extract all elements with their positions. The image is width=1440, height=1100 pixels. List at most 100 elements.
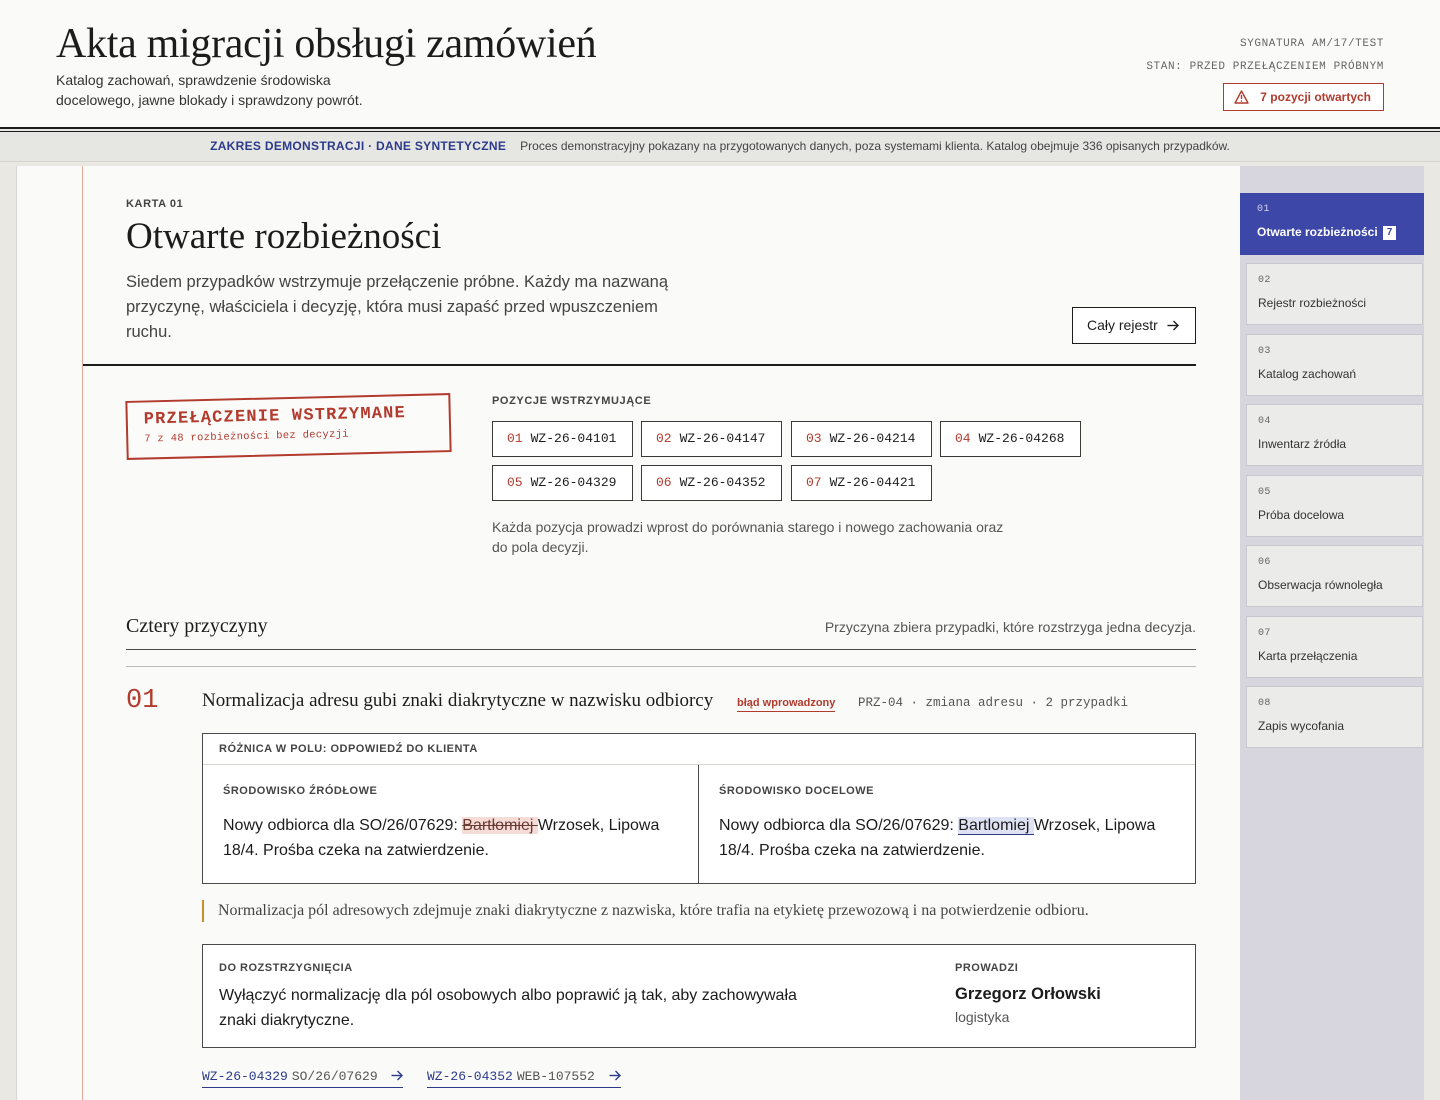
nav-number: 02 xyxy=(1258,275,1271,286)
decision-label: DO ROZSTRZYGNIĘCIA xyxy=(219,962,353,974)
blocker-chip[interactable]: 06 WZ-26-04352 xyxy=(641,465,782,501)
cause-explanation: Normalizacja pól adresowych zdejmuje zna… xyxy=(202,900,1089,922)
blocker-id: WZ-26-04421 xyxy=(829,475,916,490)
sidebar-item-switchover-card[interactable]: 07 Karta przełączenia xyxy=(1246,616,1423,678)
source-text-before: Nowy odbiorca dla SO/26/07629: xyxy=(223,817,463,834)
inserted-text: Bartlomiej xyxy=(958,817,1034,835)
decision-panel: DO ROZSTRZYGNIĘCIA Wyłączyć normalizację… xyxy=(202,944,1196,1048)
owner-label: PROWADZI xyxy=(955,962,1019,974)
cause-tag: błąd wprowadzony xyxy=(737,697,836,712)
nav-number: 01 xyxy=(1257,204,1270,215)
blockers-note: Każda pozycja prowadzi wprost do porówna… xyxy=(492,519,1004,555)
card-title: Otwarte rozbieżności xyxy=(126,216,442,257)
nav-label: Karta przełączenia xyxy=(1258,649,1358,663)
full-register-label: Cały rejestr xyxy=(1087,317,1158,333)
banner-text: Proces demonstracyjny pokazany na przygo… xyxy=(520,139,1230,153)
nav-number: 06 xyxy=(1258,557,1271,568)
margin-line xyxy=(82,166,83,1100)
sidebar-item-target-trial[interactable]: 05 Próba docelowa xyxy=(1246,475,1423,537)
sidebar-nav: 01 Otwarte rozbieżności 7 02 Rejestr rozb… xyxy=(1240,166,1424,1100)
full-register-button[interactable]: Cały rejestr xyxy=(1072,307,1196,344)
card-eyebrow: KARTA 01 xyxy=(126,198,184,210)
arrow-right-icon xyxy=(391,1070,404,1081)
blocker-chip[interactable]: 02 WZ-26-04147 xyxy=(641,421,782,457)
sidebar-item-behavior-catalog[interactable]: 03 Katalog zachowań xyxy=(1246,334,1423,396)
case-link[interactable]: WZ-26-04352 WEB-107552 xyxy=(427,1069,621,1088)
sidebar-item-register[interactable]: 02 Rejestr rozbieżności xyxy=(1246,263,1423,325)
target-env-label: ŚRODOWISKO DOCELOWE xyxy=(719,785,874,797)
switchover-halted-stamp: PRZEŁĄCZENIE WSTRZYMANE 7 z 48 rozbieżno… xyxy=(125,393,452,460)
blocker-chip[interactable]: 04 WZ-26-04268 xyxy=(940,421,1081,457)
blocker-chip[interactable]: 01 WZ-26-04101 xyxy=(492,421,633,457)
cause-number: 01 xyxy=(126,686,159,716)
blocker-num: 07 xyxy=(806,475,822,490)
warning-triangle-icon xyxy=(1234,90,1249,104)
nav-label-text: Otwarte rozbieżności xyxy=(1257,225,1378,239)
source-env-label: ŚRODOWISKO ŹRÓDŁOWE xyxy=(223,785,378,797)
banner-label: ZAKRES DEMONSTRACJI · DANE SYNTETYCZNE xyxy=(210,139,507,153)
causes-note: Przyczyna zbiera przypadki, które rozstr… xyxy=(824,619,1196,635)
owner-department: logistyka xyxy=(955,1009,1010,1025)
sidebar-item-source-inventory[interactable]: 04 Inwentarz źródła xyxy=(1246,404,1423,466)
page-title: Akta migracji obsługi zamówień xyxy=(56,21,597,67)
causes-heading: Cztery przyczyny xyxy=(126,615,268,637)
card-lead: Siedem przypadków wstrzymuje przełączeni… xyxy=(126,273,669,341)
page-header: Akta migracji obsługi zamówień Katalog z… xyxy=(0,0,1440,127)
diff-header: RÓŻNICA W POLU: ODPOWIEDŹ DO KLIENTA xyxy=(203,734,1195,765)
demo-scope-banner: ZAKRES DEMONSTRACJI · DANE SYNTETYCZNE Pr… xyxy=(0,132,1440,162)
arrow-right-icon xyxy=(1167,320,1179,331)
nav-label: Katalog zachowań xyxy=(1258,367,1357,381)
case-link[interactable]: WZ-26-04329 SO/26/07629 xyxy=(202,1069,404,1088)
blocker-num: 04 xyxy=(955,431,971,446)
blocker-id: WZ-26-04147 xyxy=(679,431,766,446)
case-ref: WEB-107552 xyxy=(516,1069,595,1084)
nav-count-badge: 7 xyxy=(1382,226,1397,240)
case-ref: SO/26/07629 xyxy=(291,1069,378,1084)
nav-number: 03 xyxy=(1258,346,1271,357)
blocker-id: WZ-26-04214 xyxy=(829,431,916,446)
blocker-chip[interactable]: 03 WZ-26-04214 xyxy=(791,421,932,457)
page-subtitle: Katalog zachowań, sprawdzenie środowiska… xyxy=(56,72,363,108)
blockers-label: POZYCJE WSTRZYMUJĄCE xyxy=(492,395,652,407)
cause-meta: PRZ-04 · zmiana adresu · 2 przypadki xyxy=(858,696,1129,710)
source-value: Nowy odbiorca dla SO/26/07629: Bartłomie… xyxy=(223,813,673,863)
blocker-id: WZ-26-04101 xyxy=(530,431,617,446)
target-text-before: Nowy odbiorca dla SO/26/07629: xyxy=(719,817,959,834)
stamp-subtitle: 7 z 48 rozbieżności bez decyzji xyxy=(144,428,350,446)
sidebar-item-open-discrepancies[interactable]: 01 Otwarte rozbieżności 7 xyxy=(1240,193,1424,255)
nav-label: Obserwacja równoległa xyxy=(1258,578,1383,592)
blocker-num: 01 xyxy=(507,431,523,446)
open-items-label: 7 pozycji otwartych xyxy=(1260,90,1371,104)
blocker-num: 05 xyxy=(507,475,523,490)
nav-label: Inwentarz źródła xyxy=(1258,437,1347,451)
open-items-badge[interactable]: 7 pozycji otwartych xyxy=(1223,83,1384,111)
target-value: Nowy odbiorca dla SO/26/07629: Bartlomie… xyxy=(719,813,1169,863)
status-label: STAN: PRZED PRZEŁĄCZENIEM PRÓBNYM xyxy=(1146,61,1384,73)
nav-label: Otwarte rozbieżności 7 xyxy=(1257,225,1397,240)
causes-divider xyxy=(126,649,1196,650)
blocker-num: 06 xyxy=(656,475,672,490)
sidebar-item-rollback-record[interactable]: 08 Zapis wycofania xyxy=(1246,686,1423,748)
blocker-id: WZ-26-04352 xyxy=(679,475,766,490)
blocker-chip[interactable]: 07 WZ-26-04421 xyxy=(791,465,932,501)
causes-divider-thin xyxy=(126,666,1196,667)
nav-number: 08 xyxy=(1258,698,1271,709)
case-id: WZ-26-04352 xyxy=(427,1069,513,1084)
blocker-chip[interactable]: 05 WZ-26-04329 xyxy=(492,465,633,501)
owner-name: Grzegorz Orłowski xyxy=(955,985,1101,1003)
nav-number: 05 xyxy=(1258,487,1271,498)
arrow-right-icon xyxy=(609,1070,621,1081)
diff-target-column: ŚRODOWISKO DOCELOWE Nowy odbiorca dla SO… xyxy=(699,765,1195,883)
signature-label: SYGNATURA AM/17/TEST xyxy=(1239,38,1384,50)
blocker-id: WZ-26-04329 xyxy=(530,475,617,490)
blocker-num: 03 xyxy=(806,431,822,446)
blocker-num: 02 xyxy=(656,431,672,446)
field-diff-panel: RÓŻNICA W POLU: ODPOWIEDŹ DO KLIENTA ŚRO… xyxy=(202,733,1196,884)
case-id: WZ-26-04329 xyxy=(202,1069,288,1084)
blocker-id: WZ-26-04268 xyxy=(978,431,1065,446)
removed-text: Bartłomiej xyxy=(462,817,538,834)
nav-number: 04 xyxy=(1258,416,1271,427)
diff-source-column: ŚRODOWISKO ŹRÓDŁOWE Nowy odbiorca dla SO… xyxy=(203,765,699,883)
sidebar-item-parallel-observation[interactable]: 06 Obserwacja równoległa xyxy=(1246,545,1423,607)
cause-title: Normalizacja adresu gubi znaki diakrytyc… xyxy=(202,690,714,711)
